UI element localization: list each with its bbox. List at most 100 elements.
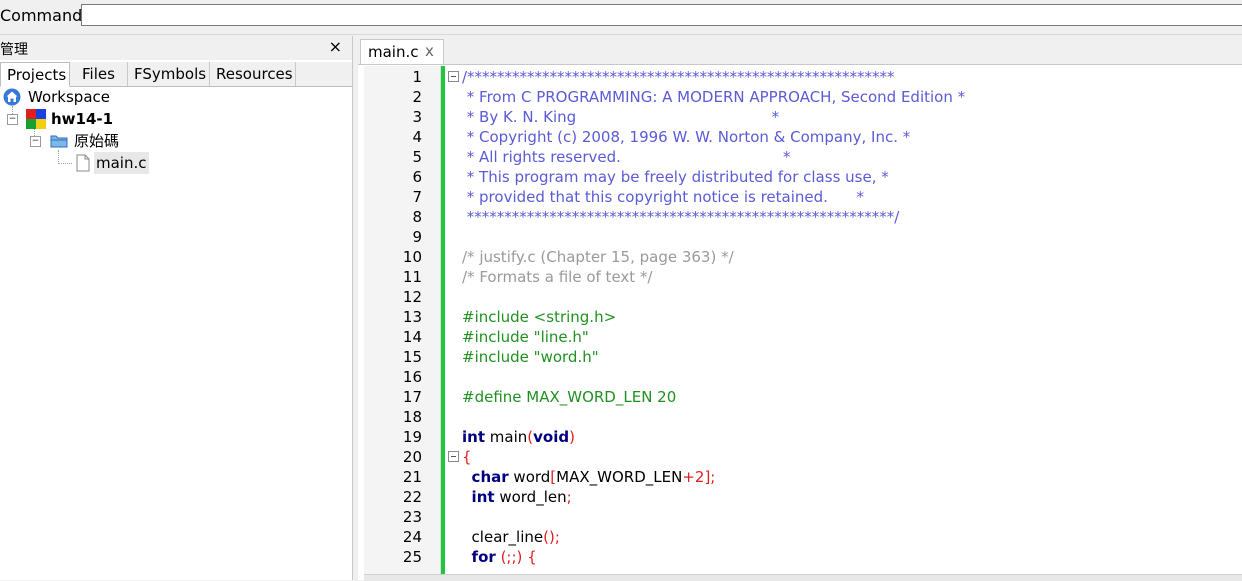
workspace-icon <box>3 88 21 106</box>
code-text: int main(void) <box>462 428 575 446</box>
line-number: 3 <box>412 108 422 126</box>
line-number: 20 <box>402 448 422 466</box>
code-editor: main.c x 1 /*****************************… <box>358 36 1242 581</box>
line-number: 14 <box>402 328 422 346</box>
code-text: for (;;) { <box>471 548 537 566</box>
line-number: 12 <box>402 288 422 306</box>
line-number: 18 <box>402 408 422 426</box>
code-line[interactable]: 18 <box>358 407 1242 427</box>
line-number: 19 <box>402 428 422 446</box>
file-label: main.c <box>94 152 149 174</box>
folder-icon <box>50 135 68 148</box>
tab-fsymbols[interactable]: FSymbols <box>128 62 210 86</box>
code-line[interactable]: 3 * By K. N. King * <box>358 107 1242 127</box>
line-number: 22 <box>402 488 422 506</box>
code-text: /* justify.c (Chapter 15, page 363) */ <box>462 248 734 266</box>
tab-projects-label: Projects <box>7 66 67 84</box>
panel-tabs: Projects Files FSymbols Resources <box>0 62 352 87</box>
editor-tabs: main.c x <box>358 36 1242 65</box>
tree-item-folder[interactable]: − 原始碼 <box>0 130 200 152</box>
code-text: /***************************************… <box>462 68 895 86</box>
code-line[interactable]: 15 #include "word.h" <box>358 347 1242 367</box>
code-text: #include "line.h" <box>462 328 589 346</box>
code-line[interactable]: 20 { <box>358 447 1242 467</box>
line-number: 2 <box>412 88 422 106</box>
code-line[interactable]: 25 for (;;) { <box>358 547 1242 567</box>
code-line[interactable]: 2 * From C PROGRAMMING: A MODERN APPROAC… <box>358 87 1242 107</box>
code-text: * provided that this copyright notice is… <box>462 188 865 206</box>
code-text: { <box>462 448 472 466</box>
code-text: * By K. N. King * <box>462 108 780 126</box>
code-line[interactable]: 17 #define MAX_WORD_LEN 20 <box>358 387 1242 407</box>
code-line[interactable]: 9 <box>358 227 1242 247</box>
command-bar: Command: <box>0 0 1242 35</box>
line-number: 7 <box>412 188 422 206</box>
code-text: #include "word.h" <box>462 348 599 366</box>
code-text: * All rights reserved. * <box>462 148 791 166</box>
code-line[interactable]: 16 <box>358 367 1242 387</box>
code-line[interactable]: 10 /* justify.c (Chapter 15, page 363) */ <box>358 247 1242 267</box>
code-line[interactable]: 19 int main(void) <box>358 427 1242 447</box>
code-text: * From C PROGRAMMING: A MODERN APPROACH,… <box>462 88 966 106</box>
code-text: #include <string.h> <box>462 308 617 326</box>
line-number: 5 <box>412 148 422 166</box>
line-number: 25 <box>402 548 422 566</box>
code-line[interactable]: 5 * All rights reserved. * <box>358 147 1242 167</box>
tab-files[interactable]: Files <box>70 62 128 86</box>
line-number: 24 <box>402 528 422 546</box>
fold-toggle-icon[interactable] <box>448 451 459 462</box>
code-line[interactable]: 6 * This program may be freely distribut… <box>358 167 1242 187</box>
line-number: 11 <box>402 268 422 286</box>
collapse-icon[interactable]: − <box>7 114 18 125</box>
tab-resources[interactable]: Resources <box>210 62 296 86</box>
tab-fsymbols-label: FSymbols <box>134 65 207 83</box>
code-line[interactable]: 13 #include <string.h> <box>358 307 1242 327</box>
code-text: * This program may be freely distributed… <box>462 168 889 186</box>
line-number: 15 <box>402 348 422 366</box>
collapse-icon[interactable]: − <box>30 136 41 147</box>
tab-files-label: Files <box>82 65 115 83</box>
code-text: /* Formats a file of text */ <box>462 268 653 286</box>
file-icon <box>76 154 90 172</box>
workspace-label: Workspace <box>28 88 110 106</box>
line-number: 17 <box>402 388 422 406</box>
tree-item-project[interactable]: − hw14-1 <box>0 108 200 130</box>
panel-header: 管理 × <box>0 36 352 60</box>
line-number: 8 <box>412 208 422 226</box>
code-line[interactable]: 23 <box>358 507 1242 527</box>
management-panel: 管理 × Projects Files FSymbols Resources W… <box>0 36 353 580</box>
code-text: * Copyright (c) 2008, 1996 W. W. Norton … <box>462 128 911 146</box>
code-line[interactable]: 1 /**************************************… <box>358 67 1242 87</box>
fold-toggle-icon[interactable] <box>448 71 459 82</box>
line-number: 23 <box>402 508 422 526</box>
tree-item-file[interactable]: main.c <box>0 152 200 174</box>
code-text: clear_line(); <box>471 528 560 546</box>
command-input[interactable] <box>81 4 1242 26</box>
code-text: ****************************************… <box>462 208 900 226</box>
code-area[interactable]: 1 /**************************************… <box>358 66 1242 574</box>
code-line[interactable]: 24 clear_line(); <box>358 527 1242 547</box>
code-line[interactable]: 11 /* Formats a file of text */ <box>358 267 1242 287</box>
code-line[interactable]: 4 * Copyright (c) 2008, 1996 W. W. Norto… <box>358 127 1242 147</box>
panel-close-button[interactable]: × <box>329 37 342 56</box>
line-number: 13 <box>402 308 422 326</box>
code-line[interactable]: 8 **************************************… <box>358 207 1242 227</box>
command-label: Command: <box>0 6 88 25</box>
tab-projects[interactable]: Projects <box>0 62 70 87</box>
line-number: 1 <box>412 68 422 86</box>
code-line[interactable]: 12 <box>358 287 1242 307</box>
code-line[interactable]: 7 * provided that this copyright notice … <box>358 187 1242 207</box>
tab-main-c[interactable]: main.c x <box>360 39 444 64</box>
code-line[interactable]: 14 #include "line.h" <box>358 327 1242 347</box>
close-tab-icon[interactable]: x <box>425 42 434 60</box>
line-number: 6 <box>412 168 422 186</box>
line-number: 16 <box>402 368 422 386</box>
line-number: 21 <box>402 468 422 486</box>
code-line[interactable]: 22 int word_len; <box>358 487 1242 507</box>
code-text: char word[MAX_WORD_LEN+2]; <box>471 468 716 486</box>
code-line[interactable]: 21 char word[MAX_WORD_LEN+2]; <box>358 467 1242 487</box>
folder-label: 原始碼 <box>74 132 120 150</box>
project-label: hw14-1 <box>51 110 114 128</box>
code-text: #define MAX_WORD_LEN 20 <box>462 388 677 406</box>
line-number: 4 <box>412 128 422 146</box>
